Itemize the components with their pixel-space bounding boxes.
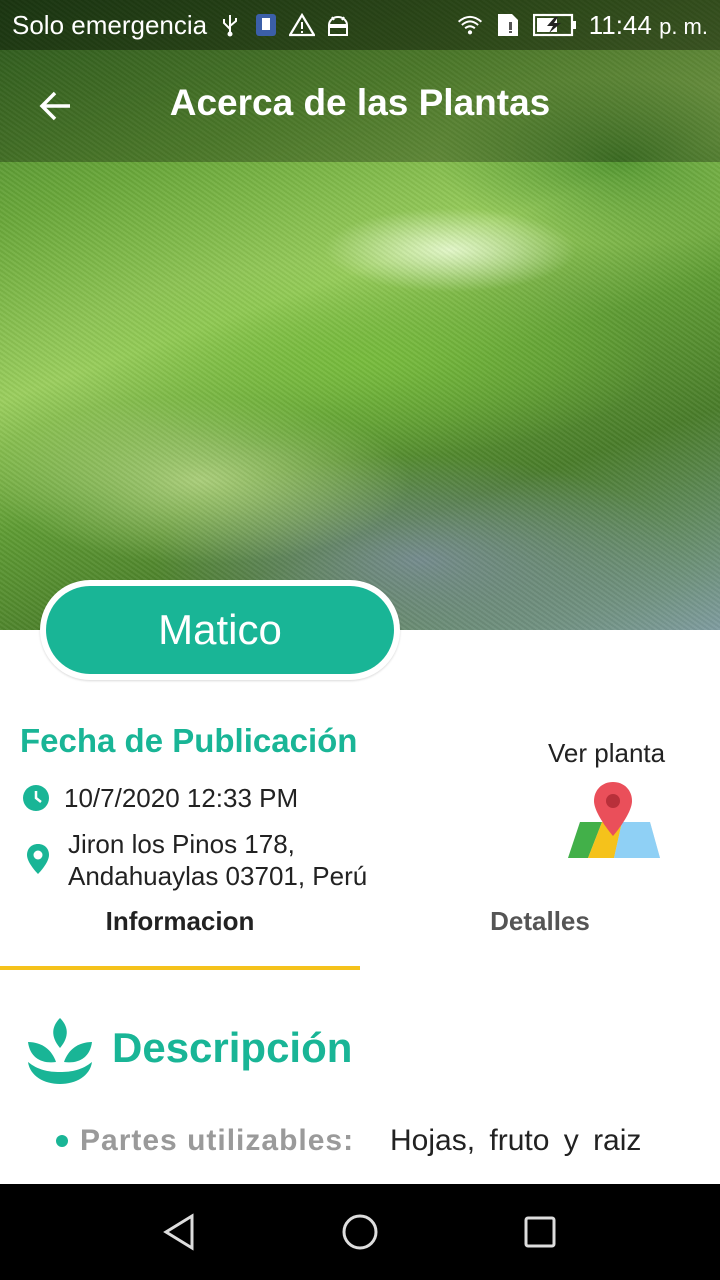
publication-title: Fecha de Publicación <box>20 722 358 759</box>
status-bar: Solo emergencia 11:44 p. m. <box>0 0 720 50</box>
tab-informacion-label: Informacion <box>105 906 255 936</box>
system-nav-bar <box>0 1184 720 1280</box>
carrier-label: Solo emergencia <box>12 9 208 40</box>
publication-date-row: 10/7/2020 12:33 PM <box>22 782 298 814</box>
usable-parts-value: Hojas, fruto y raiz <box>390 1124 642 1157</box>
page-title: Acerca de las Plantas <box>169 82 551 123</box>
sprout-icon <box>28 1018 92 1084</box>
tab-bar: Informacion Detalles <box>0 890 720 970</box>
tab-selected-indicator <box>0 966 360 970</box>
view-on-map-button[interactable] <box>566 780 662 864</box>
usable-parts-label: Partes utilizables: <box>80 1124 355 1157</box>
nav-recents-button[interactable] <box>510 1202 570 1262</box>
clock-icon <box>23 785 49 811</box>
tab-detalles-label: Detalles <box>490 906 590 936</box>
address-line-2: Andahuaylas 03701, Perú <box>68 861 368 891</box>
bullet <box>56 1135 68 1147</box>
maps-icon <box>568 782 660 858</box>
clock: 11:44 p. m. <box>588 9 708 40</box>
nav-back-button[interactable] <box>150 1202 210 1262</box>
plant-name: Matico <box>46 586 394 674</box>
android-icon <box>325 12 351 38</box>
square-recents-icon <box>524 1216 556 1248</box>
app-bar: Acerca de las Plantas <box>0 50 720 162</box>
plant-name-badge: Matico <box>40 580 400 680</box>
location-pin-icon <box>27 844 49 874</box>
tab-informacion[interactable]: Informacion <box>0 890 360 970</box>
address-line-1: Jiron los Pinos 178, <box>68 829 295 859</box>
tab-detalles[interactable]: Detalles <box>360 890 720 970</box>
triangle-back-icon <box>163 1213 194 1251</box>
screenshot-icon <box>253 12 279 38</box>
publication-location-row: Jiron los Pinos 178, Andahuaylas 03701, … <box>22 828 367 892</box>
usb-icon <box>217 12 243 38</box>
view-plant-label: Ver planta <box>548 738 666 768</box>
warning-icon <box>289 12 316 38</box>
nav-home-button[interactable] <box>330 1202 390 1262</box>
publication-date: 10/7/2020 12:33 PM <box>64 783 299 813</box>
wifi-icon <box>457 12 483 38</box>
circle-home-icon <box>342 1214 378 1250</box>
sim-icon <box>495 12 521 38</box>
battery-charging-icon <box>532 12 577 38</box>
description-title: Descripción <box>112 1024 353 1071</box>
